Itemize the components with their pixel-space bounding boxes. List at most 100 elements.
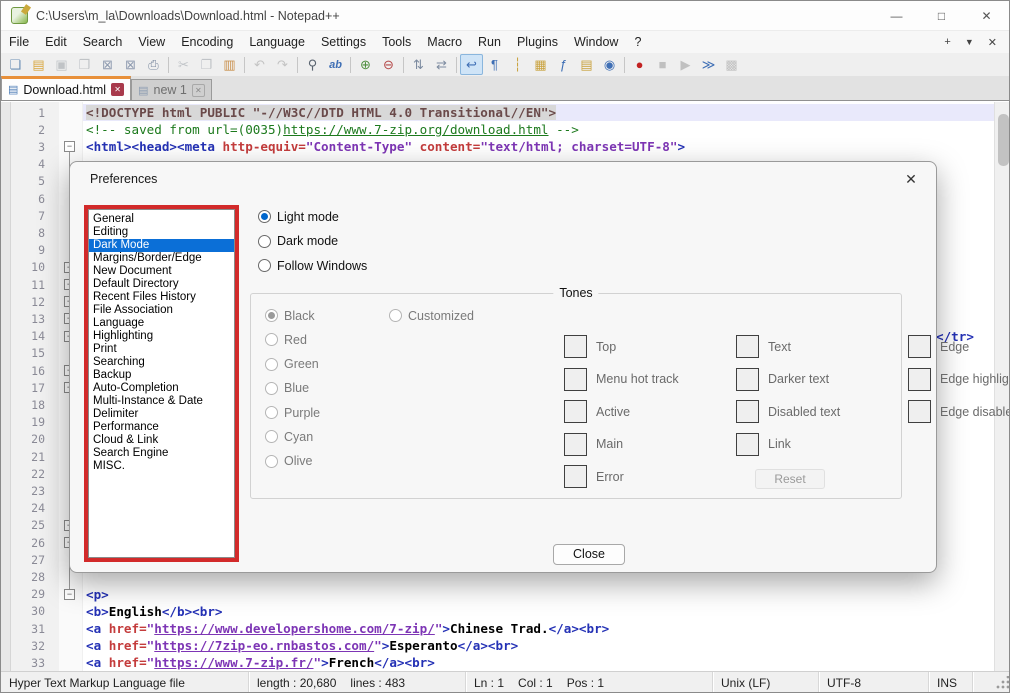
new-file-icon[interactable]: ❏ (4, 54, 27, 75)
radio-tone-purple[interactable]: Purple (265, 404, 320, 421)
radio-tone-red[interactable]: Red (265, 331, 320, 348)
show-indent-guide-icon[interactable]: ┆ (506, 54, 529, 75)
fold-collapse-icon[interactable]: − (64, 589, 75, 600)
category-item-auto-completion[interactable]: Auto-Completion (89, 382, 234, 395)
color-swatch-link[interactable] (736, 433, 759, 456)
fold-collapse-icon[interactable]: − (64, 141, 75, 152)
scrollbar-thumb[interactable] (998, 114, 1009, 166)
category-item-file-association[interactable]: File Association (89, 304, 234, 317)
menu-item-search[interactable]: Search (75, 33, 131, 51)
tab-list-dropdown-icon[interactable]: ▼ (965, 37, 974, 47)
new-tab-button[interactable]: + (944, 36, 950, 48)
close-window-button[interactable]: ✕ (964, 1, 1009, 30)
color-swatch-menu-hot-track[interactable] (564, 368, 587, 391)
category-item-backup[interactable]: Backup (89, 369, 234, 382)
menu-item-settings[interactable]: Settings (313, 33, 374, 51)
category-item-search-engine[interactable]: Search Engine (89, 447, 234, 460)
color-swatch-error[interactable] (564, 465, 587, 488)
category-item-cloud-link[interactable]: Cloud & Link (89, 434, 234, 447)
preferences-category-list[interactable]: GeneralEditingDark ModeMargins/Border/Ed… (88, 209, 235, 558)
category-item-language[interactable]: Language (89, 317, 234, 330)
category-item-delimiter[interactable]: Delimiter (89, 408, 234, 421)
open-file-icon[interactable]: ▤ (27, 54, 50, 75)
menu-item-run[interactable]: Run (470, 33, 509, 51)
macro-run-multiple-icon[interactable]: ≫ (697, 54, 720, 75)
color-swatch-edge[interactable] (908, 335, 931, 358)
menu-item-encoding[interactable]: Encoding (173, 33, 241, 51)
radio-tone-green[interactable]: Green (265, 356, 320, 373)
radio-follow-windows[interactable]: Follow Windows (258, 257, 367, 274)
color-swatch-active[interactable] (564, 400, 587, 423)
close-dialog-button[interactable]: Close (553, 544, 625, 565)
sync-vertical-icon[interactable]: ⇅ (407, 54, 430, 75)
resize-grip[interactable] (995, 676, 1009, 690)
close-tab-button[interactable]: ✕ (988, 36, 997, 49)
save-file-icon[interactable]: ▣ (50, 54, 73, 75)
category-item-recent-files-history[interactable]: Recent Files History (89, 291, 234, 304)
menu-item-[interactable]: ? (626, 33, 649, 51)
category-item-margins-border-edge[interactable]: Margins/Border/Edge (89, 252, 234, 265)
status-eol-format[interactable]: Unix (LF) (713, 672, 819, 693)
zoom-out-icon[interactable]: ⊖ (377, 54, 400, 75)
category-item-performance[interactable]: Performance (89, 421, 234, 434)
menu-item-window[interactable]: Window (566, 33, 626, 51)
function-list-icon[interactable]: ƒ (552, 54, 575, 75)
word-wrap-icon[interactable]: ↩ (460, 54, 483, 75)
replace-icon[interactable]: ab (324, 54, 347, 75)
undo-icon[interactable]: ↶ (248, 54, 271, 75)
folder-as-workspace-icon[interactable]: ▤ (575, 54, 598, 75)
radio-tone-cyan[interactable]: Cyan (265, 428, 320, 445)
close-all-icon[interactable]: ⊠ (119, 54, 142, 75)
paste-icon[interactable]: ▥ (218, 54, 241, 75)
category-item-dark-mode[interactable]: Dark Mode (89, 239, 234, 252)
macro-record-icon[interactable]: ● (628, 54, 651, 75)
menu-item-tools[interactable]: Tools (374, 33, 419, 51)
reset-button[interactable]: Reset (755, 469, 825, 489)
redo-icon[interactable]: ↷ (271, 54, 294, 75)
category-item-general[interactable]: General (89, 213, 234, 226)
category-item-misc-[interactable]: MISC. (89, 460, 234, 473)
minimize-button[interactable]: — (874, 1, 919, 30)
maximize-button[interactable]: □ (919, 1, 964, 30)
color-swatch-text[interactable] (736, 335, 759, 358)
category-item-highlighting[interactable]: Highlighting (89, 330, 234, 343)
monitoring-icon[interactable]: ◉ (598, 54, 621, 75)
category-item-print[interactable]: Print (89, 343, 234, 356)
category-item-editing[interactable]: Editing (89, 226, 234, 239)
color-swatch-top[interactable] (564, 335, 587, 358)
radio-dark-mode[interactable]: Dark mode (258, 233, 367, 250)
radio-tone-olive[interactable]: Olive (265, 453, 320, 470)
tab-new-1[interactable]: ▤new 1✕ (131, 79, 212, 100)
radio-light-mode[interactable]: Light mode (258, 208, 367, 225)
find-icon[interactable]: ⚲ (301, 54, 324, 75)
show-all-characters-icon[interactable]: ¶ (483, 54, 506, 75)
status-encoding[interactable]: UTF-8 (819, 672, 929, 693)
color-swatch-darker-text[interactable] (736, 368, 759, 391)
menu-item-view[interactable]: View (130, 33, 173, 51)
cut-icon[interactable]: ✂ (172, 54, 195, 75)
macro-save-icon[interactable]: ▩ (720, 54, 743, 75)
category-item-searching[interactable]: Searching (89, 356, 234, 369)
save-all-icon[interactable]: ❒ (73, 54, 96, 75)
menu-item-file[interactable]: File (1, 33, 37, 51)
macro-stop-icon[interactable]: ■ (651, 54, 674, 75)
tab-close-icon[interactable]: ✕ (192, 84, 205, 97)
category-item-new-document[interactable]: New Document (89, 265, 234, 278)
sync-horizontal-icon[interactable]: ⇄ (430, 54, 453, 75)
color-swatch-edge-disabled[interactable] (908, 400, 931, 423)
radio-tone-blue[interactable]: Blue (265, 380, 320, 397)
color-swatch-main[interactable] (564, 433, 587, 456)
close-file-icon[interactable]: ⊠ (96, 54, 119, 75)
category-item-default-directory[interactable]: Default Directory (89, 278, 234, 291)
dialog-close-icon[interactable]: ✕ (900, 168, 922, 190)
category-item-multi-instance-date[interactable]: Multi-Instance & Date (89, 395, 234, 408)
color-swatch-disabled-text[interactable] (736, 400, 759, 423)
menu-item-macro[interactable]: Macro (419, 33, 470, 51)
tab-close-icon[interactable]: ✕ (111, 83, 124, 96)
color-swatch-edge-highlight[interactable] (908, 368, 931, 391)
radio-tone-black[interactable]: Black (265, 307, 320, 324)
zoom-in-icon[interactable]: ⊕ (354, 54, 377, 75)
menu-item-plugins[interactable]: Plugins (509, 33, 566, 51)
radio-customized[interactable]: Customized (389, 307, 474, 324)
menu-item-language[interactable]: Language (241, 33, 313, 51)
